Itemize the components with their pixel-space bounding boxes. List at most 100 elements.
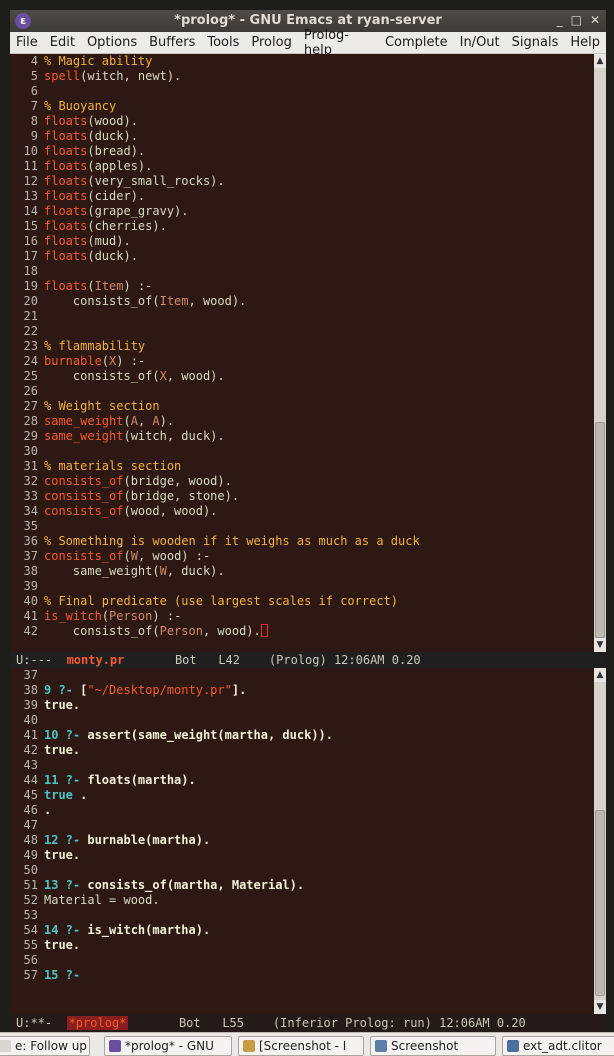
code-token: same_weight( [44, 564, 160, 578]
emacs-window: ε *prolog* - GNU Emacs at ryan-server _ … [10, 10, 606, 1042]
code-line: 5 spell(witch, newt). [10, 69, 594, 84]
code-token: % Something is wooden if it weighs as mu… [44, 534, 420, 548]
taskbar-button[interactable]: *prolog* - GNU [104, 1036, 232, 1056]
code-line: 28 same_weight(A, A). [10, 414, 594, 429]
code-token: ) :- [123, 279, 153, 293]
line-number: 11 [23, 159, 38, 173]
line-number: 50 [23, 863, 38, 877]
code-token: spell [44, 69, 81, 83]
scroll-thumb[interactable] [595, 810, 605, 996]
menu-signals[interactable]: Signals [506, 35, 565, 50]
code-token: ( [101, 609, 110, 623]
line-number: 39 [23, 698, 38, 712]
code-token: (cherries). [87, 219, 167, 233]
scroll-up-arrow-icon[interactable]: ▲ [594, 668, 606, 682]
scrollbar-top[interactable]: ▲ ▼ [594, 54, 606, 652]
code-token: floats [44, 234, 88, 248]
menu-in-out[interactable]: In/Out [454, 35, 506, 50]
editor-pane-monty[interactable]: 4 % Magic ability 5 spell(witch, newt). 6 7 % … [10, 54, 594, 652]
maximize-button[interactable]: □ [571, 13, 582, 27]
major-mode[interactable]: (Prolog) 12:06AM 0.20 [269, 653, 421, 667]
code-token: ( [101, 354, 110, 368]
menu-options[interactable]: Options [81, 35, 143, 50]
line-number: 23 [23, 339, 38, 353]
taskbar-label: ext_adt.clitor [523, 1039, 602, 1053]
code-line: 42 true. [10, 743, 594, 758]
code-token: . [80, 788, 88, 802]
code-token: true. [44, 938, 81, 952]
line-number: 14 [23, 204, 38, 218]
menu-help[interactable]: Help [564, 35, 606, 50]
code-token: (bridge, wood). [123, 474, 232, 488]
code-token: W [130, 549, 138, 563]
menu-buffers[interactable]: Buffers [143, 35, 201, 50]
code-token: floats [44, 159, 88, 173]
window-title: *prolog* - GNU Emacs at ryan-server [174, 13, 442, 28]
scroll-down-arrow-icon[interactable]: ▼ [594, 1000, 606, 1014]
code-token: floats [44, 189, 88, 203]
code-token: same_weight [44, 414, 124, 428]
taskbar-button[interactable]: [Screenshot - I [238, 1036, 364, 1056]
menu-edit[interactable]: Edit [44, 35, 81, 50]
menu-bar: File Edit Options Buffers Tools Prolog Prolog-… [10, 28, 606, 58]
line-number: 29 [23, 429, 38, 443]
code-token: (cider). [87, 189, 146, 203]
code-token: assert(same_weight(martha, duck)). [87, 728, 333, 742]
code-token: (very_small_rocks). [87, 174, 225, 188]
line-number: 45 [23, 788, 38, 802]
code-line: 55 true. [10, 938, 594, 953]
scroll-thumb[interactable] [595, 422, 605, 638]
code-line: 44 11 ?- floats(martha). [10, 773, 594, 788]
line-number: 42 [23, 743, 38, 757]
scroll-down-arrow-icon[interactable]: ▼ [594, 638, 606, 652]
code-token: % Final predicate (use largest scales if… [44, 594, 399, 608]
buffer-status: U:**- [16, 1016, 53, 1030]
line-number: 28 [23, 414, 38, 428]
code-line: 13 floats(cider). [10, 189, 594, 204]
minimize-button[interactable]: _ [557, 13, 563, 27]
line-number: 19 [23, 279, 38, 293]
code-token: % Magic ability [44, 54, 153, 68]
code-line: 39 [10, 579, 594, 594]
code-token: Material = wood. [44, 893, 160, 907]
code-token: ). [159, 414, 175, 428]
code-line: 20 consists_of(Item, wood). [10, 294, 594, 309]
menu-prolog[interactable]: Prolog [245, 35, 297, 50]
menu-complete[interactable]: Complete [379, 35, 454, 50]
code-line: 46. [10, 803, 594, 818]
code-token: true. [44, 848, 81, 862]
line-number: 6 [30, 84, 38, 98]
code-token: floats(martha). [87, 773, 196, 787]
code-token: ]. [231, 683, 247, 697]
taskbar-button[interactable]: ext_adt.clitor [502, 1036, 614, 1056]
code-token: , duck). [166, 564, 225, 578]
taskbar-button[interactable]: Screenshot [370, 1036, 496, 1056]
menu-tools[interactable]: Tools [201, 35, 245, 50]
code-token: % materials section [44, 459, 182, 473]
scroll-up-arrow-icon[interactable]: ▲ [594, 54, 606, 68]
line-number: 57 [23, 968, 38, 982]
line-number: 7 [30, 99, 38, 113]
code-token: floats [44, 249, 88, 263]
taskbar-button[interactable]: e: Follow up [0, 1036, 90, 1056]
line-number: 55 [23, 938, 38, 952]
line-number: 26 [23, 384, 38, 398]
code-line: 8 floats(wood). [10, 114, 594, 129]
buffer-name[interactable]: monty.pr [67, 653, 125, 667]
scrollbar-bottom[interactable]: ▲ ▼ [594, 668, 606, 1014]
menu-file[interactable]: File [10, 35, 44, 50]
line-number: 35 [23, 519, 38, 533]
buffer-status: U:--- [16, 653, 53, 667]
major-mode[interactable]: (Inferior Prolog: run) 12:06AM 0.20 [273, 1016, 526, 1030]
code-token: (grape_gravy). [87, 204, 189, 218]
code-token: 9 ?- [44, 683, 81, 697]
code-line: 56 [10, 953, 594, 968]
menu-prolog-help[interactable]: Prolog-help [298, 28, 379, 58]
close-button[interactable]: ✕ [590, 13, 600, 27]
buffer-name[interactable]: *prolog* [66, 1016, 129, 1030]
code-token: (mud). [87, 234, 131, 248]
code-line: 34 consists_of(wood, wood). [10, 504, 594, 519]
prolog-repl-pane[interactable]: 37 38 9 ?- ["~/Desktop/monty.pr"]. 39 true. 4… [10, 668, 594, 1014]
code-token: (bread). [87, 144, 146, 158]
line-number: 24 [23, 354, 38, 368]
